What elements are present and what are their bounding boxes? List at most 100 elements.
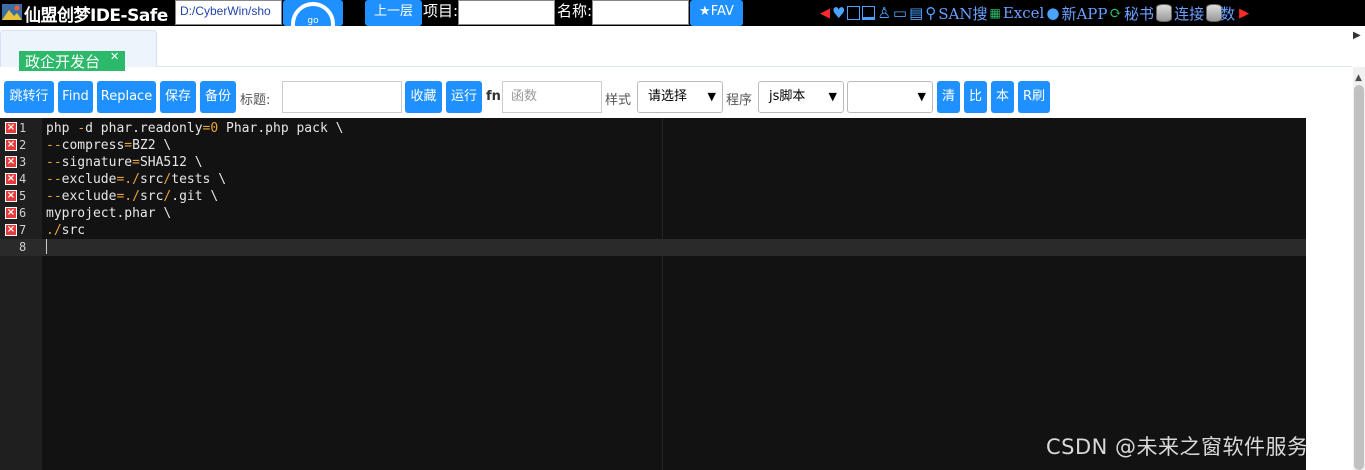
local-button[interactable]: 本 <box>991 81 1014 113</box>
clear-button[interactable]: 清 <box>937 81 960 113</box>
san-search-link[interactable]: SAN搜 <box>938 3 987 24</box>
go-gauge-button[interactable]: go <box>283 0 343 26</box>
program-select[interactable]: js脚本 ▼ <box>758 81 844 113</box>
code-line[interactable]: × 4 --exclude=./src/tests \ <box>0 171 1306 188</box>
code-text: php -d phar.readonly=0 Phar.php pack \ <box>46 120 343 137</box>
secretary-link[interactable]: 秘书 <box>1124 3 1154 24</box>
code-token: Phar.php pack \ <box>218 121 344 136</box>
fav-button[interactable]: ★FAV <box>690 0 743 26</box>
excel-icon: ▦ <box>989 6 1001 20</box>
error-icon[interactable]: × <box>5 207 17 219</box>
save-button[interactable]: 保存 <box>160 81 196 113</box>
code-token: =./ <box>116 172 140 187</box>
vertical-scrollbar[interactable]: ▲ <box>1353 67 1365 470</box>
right-arrow-icon[interactable]: ▶ <box>1239 6 1249 21</box>
code-token: src <box>61 223 86 238</box>
title-input[interactable] <box>282 81 402 113</box>
calc-icon[interactable]: ▤ <box>909 4 923 22</box>
window-icon[interactable] <box>862 6 876 20</box>
code-line[interactable]: × 6 myproject.phar \ <box>0 205 1306 222</box>
goto-line-button[interactable]: 跳转行 <box>4 81 54 113</box>
editor-toolbar: 跳转行 Find Replace 保存 备份 标题: 收藏 运行 fn 函数 样… <box>0 79 1352 115</box>
refresh-button[interactable]: R刷 <box>1018 81 1050 113</box>
top-bar: 仙盟创梦IDE-Safe D:/CyberWin/sho go 上一层 项目: … <box>0 0 1365 26</box>
error-icon[interactable]: × <box>5 139 17 151</box>
excel-link[interactable]: Excel <box>1003 4 1044 22</box>
heart-icon[interactable]: ♥ <box>832 4 845 22</box>
new-app-link[interactable]: 新APP <box>1061 3 1107 24</box>
compare-button[interactable]: 比 <box>964 81 987 113</box>
user-icon[interactable]: ♙ <box>877 4 890 22</box>
style-select[interactable]: 请选择 ▼ <box>637 81 723 113</box>
app-logo-icon <box>2 4 22 20</box>
code-token: tests \ <box>171 172 227 187</box>
code-token: src <box>139 189 164 204</box>
code-line[interactable]: 8 <box>0 239 1306 256</box>
close-icon[interactable]: ✕ <box>110 51 119 62</box>
up-level-button[interactable]: 上一层 <box>365 0 422 26</box>
code-line[interactable]: × 2 --compress=BZ2 \ <box>0 137 1306 154</box>
code-text: --compress=BZ2 \ <box>46 137 171 154</box>
code-text: --exclude=./src/.git \ <box>46 188 218 205</box>
find-button[interactable]: Find <box>58 81 93 113</box>
code-line[interactable]: × 5 --exclude=./src/.git \ <box>0 188 1306 205</box>
code-token: exclude <box>61 189 117 204</box>
tab-scroll-right-icon[interactable]: ▶ <box>1353 30 1365 42</box>
program-select-value: js脚本 <box>769 89 806 104</box>
name-label: 名称: <box>557 2 593 20</box>
code-token: -- <box>46 172 62 187</box>
chevron-down-icon: ▼ <box>828 90 837 103</box>
code-line[interactable]: × 7 ./src <box>0 222 1306 239</box>
globe-icon: ● <box>1046 4 1060 22</box>
favorite-button[interactable]: 收藏 <box>405 81 442 113</box>
path-input[interactable]: D:/CyberWin/sho <box>175 0 282 25</box>
connect-link[interactable]: 连接 <box>1174 3 1204 24</box>
project-input[interactable] <box>458 0 555 25</box>
left-arrow-icon[interactable]: ◀ <box>820 6 830 21</box>
style-select-value: 请选择 <box>648 89 688 104</box>
line-number: 6 <box>19 206 27 220</box>
code-token: d phar.readonly <box>85 121 203 136</box>
gutter-cell: × 4 <box>0 171 42 188</box>
code-token: myproject.phar \ <box>46 206 172 221</box>
code-text: --signature=SHA512 \ <box>46 154 203 171</box>
error-icon[interactable]: × <box>5 224 17 236</box>
backup-button[interactable]: 备份 <box>200 81 236 113</box>
gauge-label: go <box>307 16 319 26</box>
gutter-cell: × 2 <box>0 137 42 154</box>
code-text: ./src <box>46 222 85 239</box>
line-number: 1 <box>19 121 27 135</box>
gutter-cell: × 5 <box>0 188 42 205</box>
window-icon[interactable] <box>847 6 861 20</box>
function-input[interactable]: 函数 <box>502 81 602 113</box>
gutter-cell: 8 <box>0 239 42 256</box>
replace-button[interactable]: Replace <box>97 81 156 113</box>
extra-select[interactable]: ▼ <box>847 81 933 113</box>
chevron-down-icon: ▼ <box>917 90 926 103</box>
code-token: src <box>139 172 164 187</box>
code-token: signature <box>61 155 133 170</box>
scrollbar-thumb[interactable] <box>1354 85 1364 470</box>
project-label: 项目: <box>423 2 459 20</box>
tab-strip: 政企开发台 ✕ <box>0 27 1352 71</box>
error-icon[interactable]: × <box>5 190 17 202</box>
error-icon[interactable]: × <box>5 156 17 168</box>
code-line[interactable]: × 3 --signature=SHA512 \ <box>0 154 1306 171</box>
folder-icon[interactable]: ▭ <box>893 4 907 22</box>
code-editor[interactable]: × 1 php -d phar.readonly=0 Phar.php pack \… <box>0 118 1306 470</box>
line-number: 3 <box>19 155 27 169</box>
code-token: -- <box>46 155 62 170</box>
error-icon[interactable]: × <box>5 122 17 134</box>
gutter-cell: × 3 <box>0 154 42 171</box>
error-icon[interactable]: × <box>5 173 17 185</box>
database-icon <box>1156 4 1173 22</box>
name-input[interactable] <box>592 0 689 25</box>
line-number: 4 <box>19 172 27 186</box>
code-line[interactable]: × 1 php -d phar.readonly=0 Phar.php pack \ <box>0 120 1306 137</box>
scroll-up-icon[interactable]: ▲ <box>1355 73 1362 83</box>
search-icon[interactable]: ⚲ <box>925 4 936 22</box>
line-number: 2 <box>19 138 27 152</box>
data-link[interactable]: 数 <box>1220 3 1235 24</box>
code-token: -- <box>46 138 62 153</box>
run-button[interactable]: 运行 <box>446 81 482 113</box>
